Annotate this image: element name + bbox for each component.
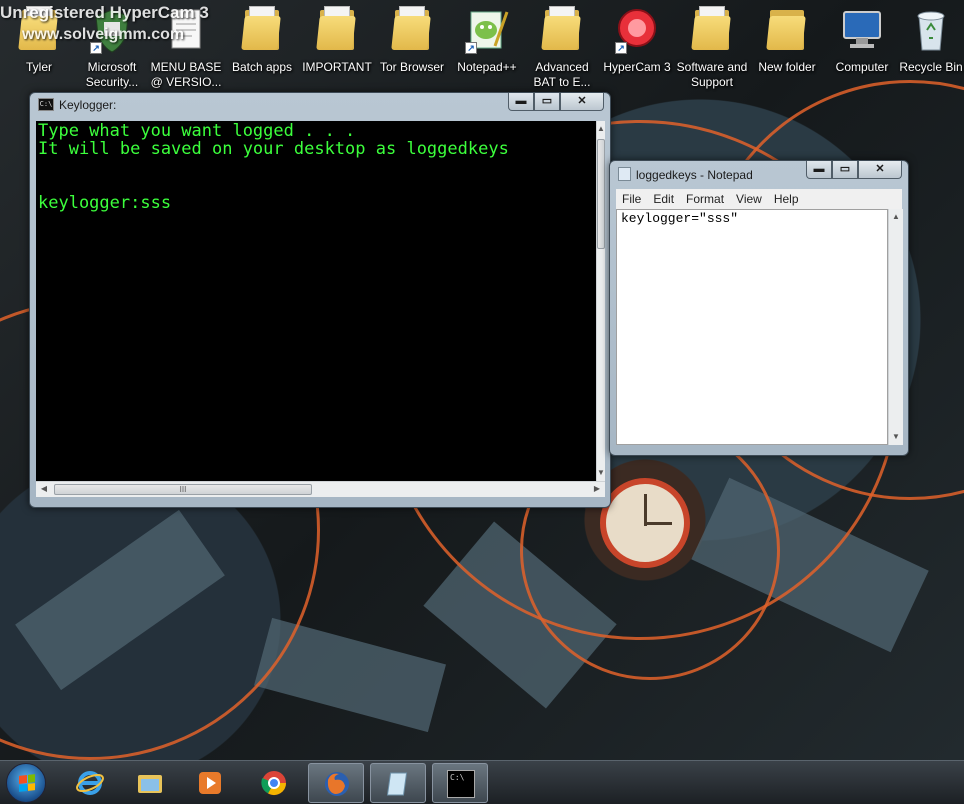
taskbar-firefox[interactable] [308, 763, 364, 803]
desktop-icon-label: Software and Support [676, 60, 748, 89]
scroll-left-arrow-icon[interactable]: ◀ [36, 482, 52, 497]
menu-format[interactable]: Format [680, 189, 730, 209]
desktop-icon-tor-browser[interactable]: Tor Browser [373, 4, 451, 75]
taskbar-command-prompt[interactable]: C:\ [432, 763, 488, 803]
console-titlebar[interactable]: C:\ Keylogger: ▬ ▭ ✕ [30, 93, 610, 117]
scroll-up-arrow-icon[interactable]: ▲ [597, 121, 605, 137]
taskbar-file-explorer[interactable] [122, 763, 178, 803]
start-button[interactable] [6, 763, 46, 803]
shortcut-arrow-icon: ↗ [465, 42, 477, 54]
firefox-icon [325, 772, 349, 796]
folder-icon [541, 6, 581, 50]
desktop-icon-label: HyperCam 3 [603, 60, 671, 74]
taskbar-notepad[interactable] [370, 763, 426, 803]
desktop-icon-label: Notepad++ [457, 60, 517, 74]
scroll-down-arrow-icon[interactable]: ▼ [597, 465, 605, 481]
window-title: Keylogger: [59, 98, 117, 112]
desktop-icon-hypercam[interactable]: ↗ HyperCam 3 [598, 4, 676, 75]
windows-logo-icon [19, 774, 35, 792]
desktop-icon-label: Tor Browser [379, 60, 444, 74]
watermark-title: Unregistered HyperCam 3 [0, 3, 209, 22]
desktop-icon-recycle-bin[interactable]: Recycle Bin [898, 4, 964, 75]
maximize-button[interactable]: ▭ [832, 161, 858, 179]
folder-icon [241, 6, 281, 50]
desktop-icon-software-support[interactable]: Software and Support [673, 4, 751, 90]
desktop-icon-new-folder[interactable]: New folder [748, 4, 826, 75]
notepad-window[interactable]: loggedkeys - Notepad ▬ ▭ ✕ File Edit For… [609, 160, 909, 456]
folder-icon [691, 6, 731, 50]
menu-help[interactable]: Help [768, 189, 805, 209]
taskbar-chrome[interactable] [246, 763, 302, 803]
folder-icon [316, 6, 356, 50]
desktop-icon-important[interactable]: IMPORTANT [298, 4, 376, 75]
tor-browser-icon [391, 6, 431, 50]
menu-file[interactable]: File [616, 189, 647, 209]
clock-graphic [600, 478, 690, 568]
media-player-icon [199, 772, 221, 794]
menu-view[interactable]: View [730, 189, 768, 209]
console-window[interactable]: C:\ Keylogger: ▬ ▭ ✕ Type what you want … [29, 92, 611, 508]
desktop-icon-label: Microsoft Security... [85, 60, 139, 89]
notepad-titlebar[interactable]: loggedkeys - Notepad ▬ ▭ ✕ [610, 161, 908, 185]
desktop-icon-label: Advanced BAT to E... [533, 60, 591, 89]
file-explorer-icon [138, 775, 162, 793]
desktop-icon-label: IMPORTANT [302, 60, 372, 74]
close-button[interactable]: ✕ [858, 161, 902, 179]
taskbar-media-player[interactable] [182, 763, 238, 803]
recycle-bin-icon [909, 6, 953, 54]
desktop-icon-batch-apps[interactable]: Batch apps [223, 4, 301, 75]
minimize-button[interactable]: ▬ [806, 161, 832, 179]
minimize-button[interactable]: ▬ [508, 93, 534, 111]
scrollbar-thumb[interactable]: III [54, 484, 312, 495]
vertical-scrollbar[interactable]: ▲ ▼ [596, 121, 605, 481]
scroll-down-arrow-icon[interactable]: ▼ [889, 429, 903, 445]
desktop-icon-label: Recycle Bin [899, 60, 963, 74]
desktop-icon-label: Batch apps [231, 60, 293, 74]
watermark-url: www.solveigmm.com [22, 26, 185, 43]
desktop-icon-computer[interactable]: Computer [823, 4, 901, 75]
menu-edit[interactable]: Edit [647, 189, 680, 209]
desktop-icon-advanced-bat[interactable]: Advanced BAT to E... [523, 4, 601, 90]
scroll-right-arrow-icon[interactable]: ▶ [589, 482, 605, 497]
horizontal-scrollbar[interactable]: ◀ III ▶ [36, 481, 605, 497]
hypercam-watermark: Unregistered HyperCam 3 www.solveigmm.co… [0, 2, 209, 46]
chrome-icon [261, 771, 286, 796]
window-title: loggedkeys - Notepad [636, 168, 753, 182]
close-button[interactable]: ✕ [560, 93, 604, 111]
vertical-scrollbar[interactable]: ▲ ▼ [888, 209, 903, 445]
notepad-text-area[interactable]: keylogger="sss" [616, 209, 888, 445]
taskbar: C:\ [0, 760, 964, 804]
shortcut-arrow-icon: ↗ [615, 42, 627, 54]
hypercam-icon: ↗ [615, 6, 659, 54]
scroll-up-arrow-icon[interactable]: ▲ [889, 209, 903, 225]
desktop-icon-notepad-plus-plus[interactable]: ↗ Notepad++ [448, 4, 526, 75]
notepad-plus-plus-icon: ↗ [465, 6, 509, 54]
desktop-icon-label: Tyler [25, 60, 52, 74]
computer-icon [840, 6, 884, 54]
internet-explorer-icon [76, 771, 104, 795]
maximize-button[interactable]: ▭ [534, 93, 560, 111]
folder-icon [766, 6, 806, 50]
desktop-icon-label: Computer [835, 60, 889, 74]
console-output[interactable]: Type what you want logged . . . It will … [36, 121, 596, 481]
notepad-icon [386, 772, 408, 796]
notepad-menubar: File Edit Format View Help [616, 189, 902, 209]
desktop-icon-label: New folder [758, 60, 816, 74]
taskbar-internet-explorer[interactable] [62, 763, 118, 803]
scrollbar-thumb[interactable] [597, 139, 605, 249]
command-prompt-icon: C:\ [38, 98, 54, 111]
notepad-icon [618, 167, 631, 181]
command-prompt-icon: C:\ [447, 770, 475, 798]
desktop-icon-label: MENU BASE @ VERSIO... [150, 60, 222, 89]
